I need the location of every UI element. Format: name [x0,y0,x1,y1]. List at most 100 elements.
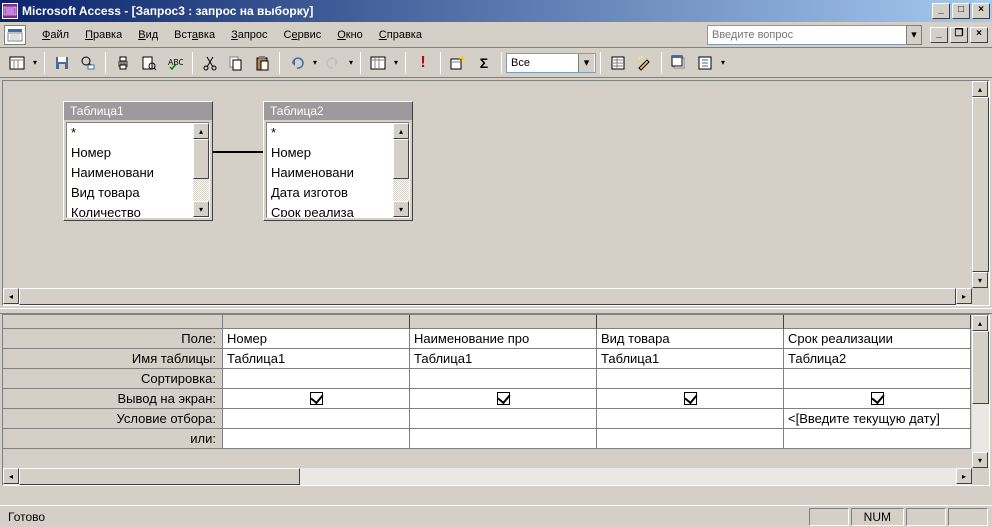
field-list-2[interactable]: * Номер Наименовани Дата изготов Срок ре… [267,123,393,217]
design-scrollbar-horizontal[interactable]: ◂ ▸ [3,288,972,305]
menu-view[interactable]: Вид [130,26,166,44]
menu-insert[interactable]: Вставка [166,26,223,44]
cell-show[interactable] [597,389,784,409]
undo-button[interactable] [285,51,309,75]
query-type-button[interactable] [366,51,390,75]
spelling-button[interactable]: ABC [163,51,187,75]
cell-sort[interactable] [410,369,597,389]
scroll-left-icon[interactable]: ◂ [3,468,19,484]
doc-minimize-button[interactable]: _ [930,27,948,43]
grid-scrollbar-horizontal[interactable]: ◂ ▸ [3,468,972,485]
cell-show[interactable] [410,389,597,409]
cell-field[interactable]: Номер [223,329,410,349]
column-selector[interactable] [410,315,597,329]
print-button[interactable] [111,51,135,75]
show-table-button[interactable]: + [446,51,470,75]
cell-table[interactable]: Таблица1 [410,349,597,369]
column-selector[interactable] [597,315,784,329]
save-button[interactable] [50,51,74,75]
scroll-right-icon[interactable]: ▸ [956,468,972,484]
cell-show[interactable] [784,389,971,409]
new-object-dropdown[interactable]: ▾ [718,58,728,67]
paste-button[interactable] [250,51,274,75]
field-item[interactable]: Номер [267,143,393,163]
menu-help[interactable]: Справка [371,26,430,44]
relationship-line[interactable] [213,151,263,153]
totals-button[interactable]: Σ [472,51,496,75]
table-box-2[interactable]: Таблица2 * Номер Наименовани Дата изгото… [263,101,413,221]
scroll-right-icon[interactable]: ▸ [956,288,972,304]
scroll-up-icon[interactable]: ▴ [393,123,409,139]
copy-button[interactable] [224,51,248,75]
print-preview-button[interactable] [137,51,161,75]
scroll-up-icon[interactable]: ▴ [193,123,209,139]
scroll-down-icon[interactable]: ▾ [193,201,209,217]
cell-or[interactable] [410,429,597,449]
field-item[interactable]: Наименовани [267,163,393,183]
cell-criteria[interactable] [597,409,784,429]
app-menu-icon[interactable] [4,25,26,45]
cell-sort[interactable] [597,369,784,389]
cell-or[interactable] [223,429,410,449]
cell-table[interactable]: Таблица1 [597,349,784,369]
field-item[interactable]: Срок реализа [267,203,393,217]
cell-field[interactable]: Вид товара [597,329,784,349]
column-selector[interactable] [223,315,410,329]
menu-file[interactable]: Файл [34,26,77,44]
scrollbar-vertical[interactable]: ▴ ▾ [193,123,209,217]
checkbox-icon[interactable] [684,392,697,405]
menu-window[interactable]: Окно [329,26,371,44]
close-button[interactable]: × [972,3,990,19]
view-button[interactable] [5,51,29,75]
cell-sort[interactable] [784,369,971,389]
maximize-button[interactable]: □ [952,3,970,19]
scroll-down-icon[interactable]: ▾ [972,452,988,468]
cell-criteria[interactable] [223,409,410,429]
properties-button[interactable] [606,51,630,75]
help-dropdown-icon[interactable]: ▾ [906,25,922,45]
scroll-down-icon[interactable]: ▾ [393,201,409,217]
field-item[interactable]: * [67,123,193,143]
query-type-dropdown[interactable]: ▾ [391,58,401,67]
cell-or[interactable] [597,429,784,449]
column-selector[interactable] [784,315,971,329]
field-item[interactable]: Количество [67,203,193,217]
cell-show[interactable] [223,389,410,409]
design-scrollbar-vertical[interactable]: ▴ ▾ [972,81,989,288]
menu-tools[interactable]: Сервис [276,26,330,44]
cell-field[interactable]: Срок реализации [784,329,971,349]
cell-criteria[interactable] [410,409,597,429]
checkbox-icon[interactable] [871,392,884,405]
undo-dropdown[interactable]: ▾ [310,58,320,67]
scrollbar-vertical[interactable]: ▴ ▾ [393,123,409,217]
scroll-up-icon[interactable]: ▴ [972,81,988,97]
builder-button[interactable] [632,51,656,75]
cell-sort[interactable] [223,369,410,389]
doc-close-button[interactable]: × [970,27,988,43]
menu-edit[interactable]: Правка [77,26,130,44]
checkbox-icon[interactable] [310,392,323,405]
table-title-2[interactable]: Таблица2 [264,102,412,120]
table-title-1[interactable]: Таблица1 [64,102,212,120]
field-item[interactable]: Наименовани [67,163,193,183]
top-values-combo[interactable]: Все ▾ [506,53,596,73]
redo-dropdown[interactable]: ▾ [346,58,356,67]
database-window-button[interactable] [667,51,691,75]
cell-or[interactable] [784,429,971,449]
grid-scrollbar-vertical[interactable]: ▴ ▾ [972,315,989,468]
help-search-input[interactable] [707,25,907,45]
search-button[interactable] [76,51,100,75]
minimize-button[interactable]: _ [932,3,950,19]
cell-criteria[interactable]: <[Введите текущую дату] [784,409,971,429]
cut-button[interactable] [198,51,222,75]
field-list-1[interactable]: * Номер Наименовани Вид товара Количеств… [67,123,193,217]
scroll-up-icon[interactable]: ▴ [972,315,988,331]
field-item[interactable]: Вид товара [67,183,193,203]
scroll-down-icon[interactable]: ▾ [972,272,988,288]
menu-query[interactable]: Запрос [223,26,275,44]
row-selector[interactable] [3,315,223,329]
table-box-1[interactable]: Таблица1 * Номер Наименовани Вид товара … [63,101,213,221]
new-object-button[interactable] [693,51,717,75]
view-dropdown[interactable]: ▾ [30,58,40,67]
field-item[interactable]: Номер [67,143,193,163]
